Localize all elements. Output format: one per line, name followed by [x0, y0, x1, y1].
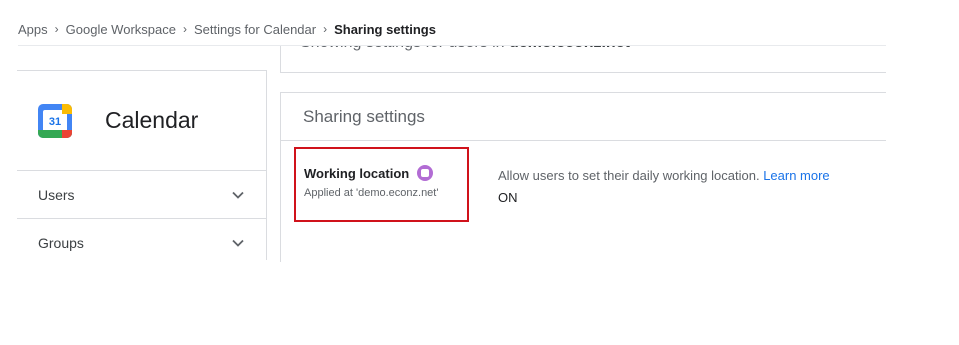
breadcrumb-settings-for-calendar[interactable]: Settings for Calendar [194, 22, 316, 37]
breadcrumb-apps[interactable]: Apps [18, 22, 48, 37]
learn-more-link[interactable]: Learn more [763, 168, 829, 183]
breadcrumb-separator-icon: › [182, 22, 187, 36]
sidebar-item-label: Users [38, 186, 75, 203]
sharing-settings-header[interactable]: Sharing settings [281, 93, 886, 141]
breadcrumb-current: Sharing settings [334, 21, 436, 37]
chevron-down-icon[interactable] [232, 191, 244, 199]
applied-at-text: Applied at 'demo.econz.net' [304, 187, 439, 199]
breadcrumb: Apps › Google Workspace › Settings for C… [18, 20, 436, 38]
setting-name: Working location [304, 165, 434, 181]
app-title: Calendar [105, 107, 199, 133]
breadcrumb-divider [18, 45, 886, 46]
sidebar-item-users[interactable]: Users [17, 171, 266, 219]
working-location-setting-row[interactable]: Working location Applied at 'demo.econz.… [281, 141, 886, 261]
app-sidebar: 31 Calendar Users Groups [17, 70, 267, 260]
sidebar-item-groups[interactable]: Groups [17, 219, 266, 267]
sidebar-item-label: Groups [38, 235, 84, 251]
breadcrumb-separator-icon: › [54, 22, 59, 36]
beta-badge-icon [417, 165, 434, 181]
setting-description: Allow users to set their daily working l… [498, 168, 830, 183]
sharing-settings-card: Sharing settings Working location Applie… [280, 92, 886, 262]
breadcrumb-separator-icon: › [323, 22, 328, 36]
app-header: 31 Calendar [17, 71, 266, 171]
highlight-box [294, 147, 469, 222]
setting-description-text: Allow users to set their daily working l… [498, 168, 760, 183]
google-calendar-icon: 31 [35, 101, 75, 141]
setting-name-label: Working location [304, 165, 410, 181]
breadcrumb-google-workspace[interactable]: Google Workspace [66, 22, 176, 37]
chevron-down-icon[interactable] [232, 239, 244, 247]
setting-value: ON [498, 190, 518, 205]
